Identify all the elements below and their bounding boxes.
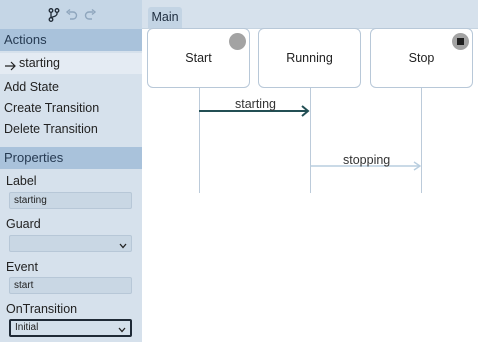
- branch-icon[interactable]: [46, 7, 62, 23]
- transition-starting-label[interactable]: starting: [235, 97, 276, 111]
- undo-icon[interactable]: [63, 7, 79, 23]
- ontransition-select[interactable]: Initial: [9, 319, 132, 337]
- add-state-button[interactable]: Add State: [0, 77, 142, 98]
- main-area: Main Start Running Stop starting stoppin…: [142, 0, 478, 342]
- arrow-right-icon: [4, 58, 17, 70]
- chevron-down-icon: [118, 324, 126, 337]
- redo-icon[interactable]: [82, 7, 98, 23]
- ontransition-field-title: OnTransition: [6, 302, 78, 316]
- create-transition-button[interactable]: Create Transition: [0, 98, 142, 119]
- event-input[interactable]: start: [9, 277, 132, 294]
- transitions-layer: [199, 105, 422, 171]
- ontransition-select-value: Initial: [15, 322, 39, 333]
- event-field-title: Event: [6, 260, 38, 274]
- actions-header: Actions: [0, 29, 142, 51]
- label-input[interactable]: starting: [9, 192, 132, 209]
- sidebar: Actions starting Add State Create Transi…: [0, 0, 142, 342]
- guard-field-title: Guard: [6, 217, 41, 231]
- selected-transition-label: starting: [19, 56, 60, 70]
- guard-select[interactable]: [9, 235, 132, 252]
- chevron-down-icon: [119, 239, 127, 254]
- properties-header: Properties: [0, 147, 142, 169]
- toolbar: [0, 0, 142, 30]
- selected-transition-item[interactable]: starting: [0, 53, 142, 74]
- label-field-title: Label: [6, 174, 37, 188]
- delete-transition-button[interactable]: Delete Transition: [0, 119, 142, 140]
- transition-stopping-label[interactable]: stopping: [343, 153, 390, 167]
